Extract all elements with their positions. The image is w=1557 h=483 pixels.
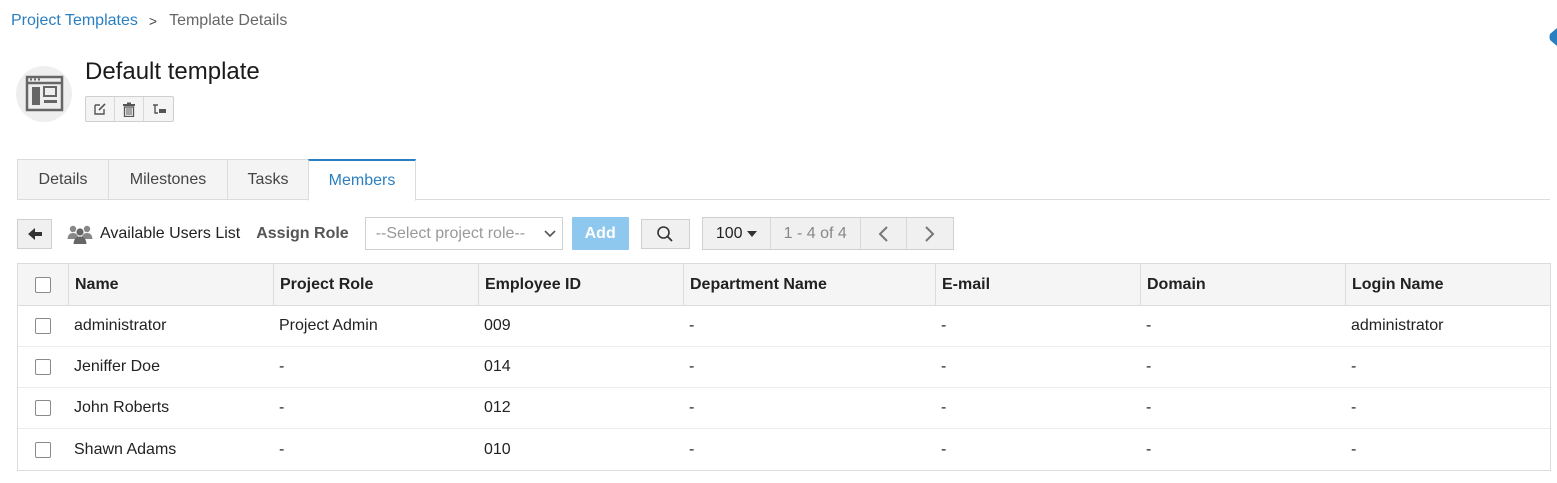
cell-login-name: administrator: [1351, 317, 1444, 334]
search-icon: [657, 225, 673, 242]
cell-email: -: [941, 440, 947, 458]
cell-name: John Roberts: [74, 399, 170, 416]
cell-project-role: -: [279, 399, 285, 416]
row-select-cell: [18, 306, 68, 346]
next-page-button[interactable]: [907, 218, 953, 249]
cell-domain: -: [1146, 317, 1152, 334]
row-select-cell: [18, 388, 68, 428]
tab-milestones[interactable]: Milestones: [108, 159, 227, 200]
cell-login-name: -: [1351, 358, 1357, 375]
cell-employee-id: 014: [484, 358, 511, 375]
add-button[interactable]: Add: [571, 217, 629, 250]
assign-role-label: Assign Role: [256, 224, 349, 242]
cell-department: -: [689, 358, 695, 375]
cell-login-name: -: [1351, 399, 1357, 416]
row-select-cell: [18, 347, 68, 387]
row-checkbox[interactable]: [35, 359, 51, 375]
cell-domain: -: [1146, 399, 1152, 416]
row-checkbox[interactable]: [35, 400, 51, 416]
per-page-value: 100: [715, 224, 743, 242]
row-checkbox[interactable]: [35, 318, 51, 334]
tab-bar: Details Milestones Tasks Members: [17, 159, 1550, 201]
row-select-cell: [18, 429, 68, 470]
cell-name: Jeniffer Doe: [74, 358, 160, 375]
users-icon: [66, 223, 94, 245]
table-row: administrator Project Admin 009 - - - ad…: [18, 306, 1550, 347]
cell-department: -: [689, 317, 695, 334]
cell-email: -: [941, 358, 947, 375]
chevron-down-icon: [544, 229, 556, 237]
cell-login-name: -: [1351, 440, 1357, 458]
cell-name: administrator: [74, 317, 167, 334]
column-header-login-name[interactable]: Login Name: [1345, 264, 1550, 305]
cell-project-role: -: [279, 440, 285, 458]
cell-project-role: -: [279, 358, 285, 375]
page-title: Default template: [85, 58, 260, 85]
tab-tasks[interactable]: Tasks: [227, 159, 308, 200]
collapse-panel-icon[interactable]: [1549, 28, 1557, 46]
previous-page-button[interactable]: [861, 218, 907, 249]
cell-department: -: [689, 399, 695, 416]
cell-email: -: [941, 399, 947, 416]
column-header-name[interactable]: Name: [68, 264, 273, 305]
table-row: John Roberts - 012 - - - -: [18, 388, 1550, 429]
pagination: 100 1 - 4 of 4: [701, 217, 954, 250]
table-header: Name Project Role Employee ID Department…: [18, 264, 1550, 306]
cell-email: -: [941, 317, 947, 334]
members-toolbar: Available Users List Assign Role --Selec…: [17, 217, 954, 250]
delete-icon[interactable]: [115, 97, 144, 121]
project-role-select[interactable]: --Select project role--: [364, 217, 563, 250]
cell-domain: -: [1146, 358, 1152, 375]
table-row: Jeniffer Doe - 014 - - - -: [18, 347, 1550, 388]
members-table: Name Project Role Employee ID Department…: [17, 263, 1551, 471]
tab-members[interactable]: Members: [308, 159, 416, 201]
available-users-list-label[interactable]: Available Users List: [100, 225, 240, 243]
edit-icon[interactable]: [86, 97, 115, 121]
chevron-right-icon: [924, 225, 935, 242]
caret-down-icon: [746, 230, 757, 237]
cell-employee-id: 012: [484, 399, 511, 416]
select-all-checkbox[interactable]: [35, 276, 51, 293]
breadcrumb: Project Templates > Template Details: [11, 12, 287, 30]
select-all-cell: [18, 264, 68, 305]
project-role-select-value: --Select project role--: [375, 224, 526, 242]
hierarchy-icon[interactable]: [144, 97, 173, 121]
column-header-project-role[interactable]: Project Role: [273, 264, 478, 305]
arrow-left-icon: [27, 227, 42, 240]
cell-employee-id: 010: [484, 440, 511, 458]
chevron-left-icon: [878, 225, 888, 242]
column-header-email[interactable]: E-mail: [935, 264, 1140, 305]
back-button[interactable]: [17, 218, 52, 249]
cell-name: Shawn Adams: [74, 440, 177, 458]
breadcrumb-current: Template Details: [169, 12, 288, 29]
column-header-department[interactable]: Department Name: [683, 264, 935, 305]
cell-domain: -: [1146, 440, 1152, 458]
table-row: Shawn Adams - 010 - - - -: [18, 429, 1550, 470]
cell-employee-id: 009: [484, 317, 511, 334]
page-range: 1 - 4 of 4: [771, 218, 861, 249]
template-actions: [85, 96, 174, 122]
cell-department: -: [689, 440, 695, 458]
breadcrumb-separator: >: [148, 13, 158, 29]
search-button[interactable]: [640, 218, 690, 249]
row-checkbox[interactable]: [35, 441, 51, 458]
tab-details[interactable]: Details: [17, 159, 108, 200]
per-page-select[interactable]: 100: [703, 218, 771, 249]
template-icon: [16, 66, 72, 122]
column-header-employee-id[interactable]: Employee ID: [478, 264, 683, 305]
breadcrumb-project-templates-link[interactable]: Project Templates: [11, 12, 138, 30]
column-header-domain[interactable]: Domain: [1140, 264, 1345, 305]
cell-project-role: Project Admin: [279, 317, 378, 334]
